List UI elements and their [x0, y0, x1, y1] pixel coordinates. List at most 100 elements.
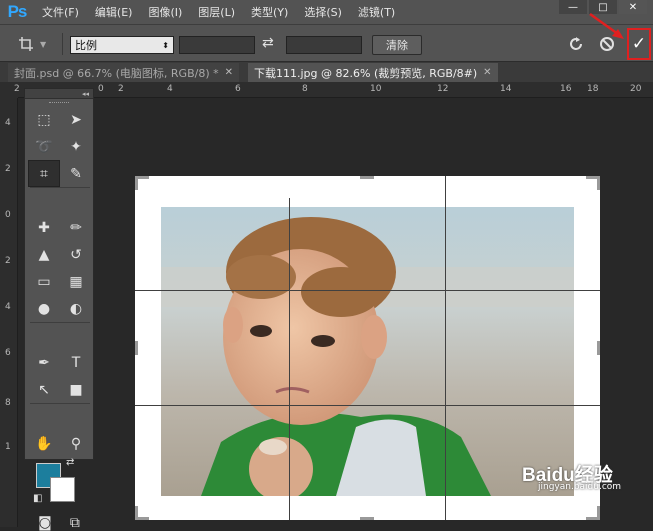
ruler-tick-label: 1 — [5, 442, 11, 452]
menu-item[interactable]: 选择(S) — [296, 4, 350, 20]
crop-edge-handle[interactable] — [597, 341, 600, 355]
toolbox-divider — [30, 322, 90, 323]
pen-icon[interactable]: ✒ — [28, 349, 60, 376]
menu-item[interactable]: 编辑(E) — [87, 4, 141, 20]
healing-brush-icon[interactable]: ✚ — [28, 214, 60, 241]
crop-icon — [19, 37, 33, 51]
ruler-tick-label: 14 — [500, 84, 512, 94]
tab-close-icon[interactable]: ✕ — [225, 67, 233, 78]
toolbox-divider — [30, 403, 90, 404]
photoshop-logo: Ps — [7, 2, 28, 21]
crop-preset-picker[interactable]: ▼ — [18, 35, 54, 53]
ratio-select-value: 比例 — [75, 39, 97, 52]
ruler-tick-label: 4 — [167, 84, 173, 94]
watermark-url: jingyan.baidu.com — [538, 482, 622, 492]
tab-download-jpg[interactable]: 下载111.jpg @ 82.6% (裁剪预览, RGB/8#) ✕ — [248, 63, 498, 82]
path-select-icon[interactable]: ↖ — [28, 376, 60, 403]
gradient-icon[interactable]: ▦ — [60, 268, 92, 295]
commit-crop-button[interactable]: ✓ — [627, 28, 651, 60]
zoom-icon[interactable]: ⚲ — [60, 430, 92, 457]
marquee-icon[interactable]: ⬚ — [28, 106, 60, 133]
annotation-arrow-icon — [589, 12, 624, 39]
magic-wand-icon[interactable]: ✦ — [60, 133, 92, 160]
ruler-tick-label: 2 — [5, 256, 11, 266]
ruler-tick-label: 0 — [5, 210, 11, 220]
document-tab-bar: 封面.psd @ 66.7% (电脑图标, RGB/8) * ✕ 下载111.j… — [0, 62, 653, 82]
crop-corner-handle[interactable] — [135, 506, 138, 520]
swap-colors-icon[interactable]: ⇄ — [66, 457, 74, 468]
brush-icon[interactable]: ✏ — [60, 214, 92, 241]
checkmark-icon: ✓ — [631, 34, 647, 54]
shape-icon[interactable]: ■ — [60, 376, 92, 403]
collapse-icon[interactable]: ◂◂ — [82, 90, 89, 98]
type-icon[interactable]: T — [60, 349, 92, 376]
crop-grid-line — [445, 176, 446, 520]
menu-item[interactable]: 滤镜(T) — [350, 4, 403, 20]
history-brush-icon[interactable]: ↺ — [60, 241, 92, 268]
menu-item[interactable]: 图像(I) — [140, 4, 190, 20]
minimize-button[interactable]: — — [559, 0, 587, 14]
crop-tool-icon[interactable]: ⌗ — [28, 160, 60, 187]
clear-button[interactable]: 清除 — [372, 35, 422, 55]
color-swatches: ⇄ ◧ — [25, 457, 93, 515]
ruler-tick-label: 16 — [560, 84, 572, 94]
menu-item[interactable]: 文件(F) — [34, 4, 87, 20]
ruler-tick-label: 20 — [630, 84, 642, 94]
default-colors-icon[interactable]: ◧ — [33, 493, 42, 504]
move-icon[interactable]: ➤ — [60, 106, 92, 133]
tab-label: 封面.psd @ 66.7% (电脑图标, RGB/8) * — [14, 66, 219, 80]
tab-label: 下载111.jpg @ 82.6% (裁剪预览, RGB/8#) — [254, 66, 478, 80]
crop-edge-handle[interactable] — [135, 341, 138, 355]
crop-height-field[interactable] — [286, 36, 362, 54]
photo-image — [161, 207, 574, 496]
panel-grip[interactable] — [49, 102, 69, 104]
blur-icon[interactable]: ● — [28, 295, 60, 322]
ratio-select[interactable]: 比例 ⬍ — [70, 36, 174, 54]
swap-dimensions-icon[interactable]: ⇄ — [262, 35, 274, 51]
ruler-tick-label: 18 — [587, 84, 599, 94]
eyedropper-icon[interactable]: ✎ — [60, 160, 92, 187]
toolbox-divider — [30, 187, 90, 188]
quick-mask-icon[interactable]: ◙ — [38, 515, 52, 531]
ruler-tick-label: 8 — [302, 84, 308, 94]
crop-grid-line — [135, 290, 600, 291]
menu-item[interactable]: 类型(Y) — [243, 4, 296, 20]
tab-cover-psd[interactable]: 封面.psd @ 66.7% (电脑图标, RGB/8) * ✕ — [8, 63, 240, 82]
lasso-icon[interactable]: ➰ — [28, 133, 60, 160]
horizontal-ruler[interactable]: 2 0 2 4 6 8 10 12 14 16 18 20 — [14, 82, 653, 98]
options-bar: ▼ 比例 ⬍ ⇄ 清除 ✓ — [0, 24, 653, 62]
menu-item[interactable]: 图层(L) — [190, 4, 243, 20]
crop-edge-handle[interactable] — [360, 176, 374, 179]
hand-icon[interactable]: ✋ — [28, 430, 60, 457]
crop-edge-handle[interactable] — [360, 517, 374, 520]
crop-grid-line — [289, 198, 290, 520]
crop-corner-handle[interactable] — [597, 506, 600, 520]
tab-close-icon[interactable]: ✕ — [483, 67, 491, 78]
dodge-icon[interactable]: ◐ — [60, 295, 92, 322]
crop-width-field[interactable] — [179, 36, 255, 54]
vertical-ruler[interactable]: 4 2 0 2 4 6 8 1 — [0, 98, 18, 527]
ruler-tick-label: 10 — [370, 84, 382, 94]
reset-icon[interactable] — [565, 33, 587, 55]
menu-bar: Ps 文件(F) 编辑(E) 图像(I) 图层(L) 类型(Y) 选择(S) 滤镜(T) —… — [0, 0, 653, 24]
ruler-tick-label: 12 — [437, 84, 449, 94]
ruler-tick-label: 0 — [98, 84, 104, 94]
screen-mode-icon[interactable]: ⧉ — [70, 515, 80, 531]
divider — [62, 33, 63, 55]
stamp-icon[interactable]: ▲ — [28, 241, 60, 268]
eraser-icon[interactable]: ▭ — [28, 268, 60, 295]
ruler-tick-label: 4 — [5, 118, 11, 128]
background-color-swatch[interactable] — [50, 477, 75, 502]
tools-panel: ◂◂ ⬚ ➤ ➰ ✦ ⌗ ✎ ✚ ✏ ▲ ↺ ▭ ▦ ● ◐ ✒ T ↖ ■ ✋ ⚲ ⇄ ◧ ◙ ⧉ — [24, 88, 94, 531]
ruler-tick-label: 2 — [14, 84, 20, 94]
mode-row: ◙ ⧉ — [25, 515, 93, 531]
ruler-tick-label: 4 — [5, 302, 11, 312]
toolbox-header[interactable]: ◂◂ — [25, 89, 93, 99]
ruler-tick-label: 2 — [118, 84, 124, 94]
crop-corner-handle[interactable] — [135, 176, 138, 190]
crop-corner-handle[interactable] — [597, 176, 600, 190]
chevron-down-icon: ▼ — [40, 39, 47, 49]
crop-grid-line — [135, 405, 600, 406]
ruler-tick-label: 2 — [5, 164, 11, 174]
select-arrows-icon: ⬍ — [162, 40, 169, 50]
